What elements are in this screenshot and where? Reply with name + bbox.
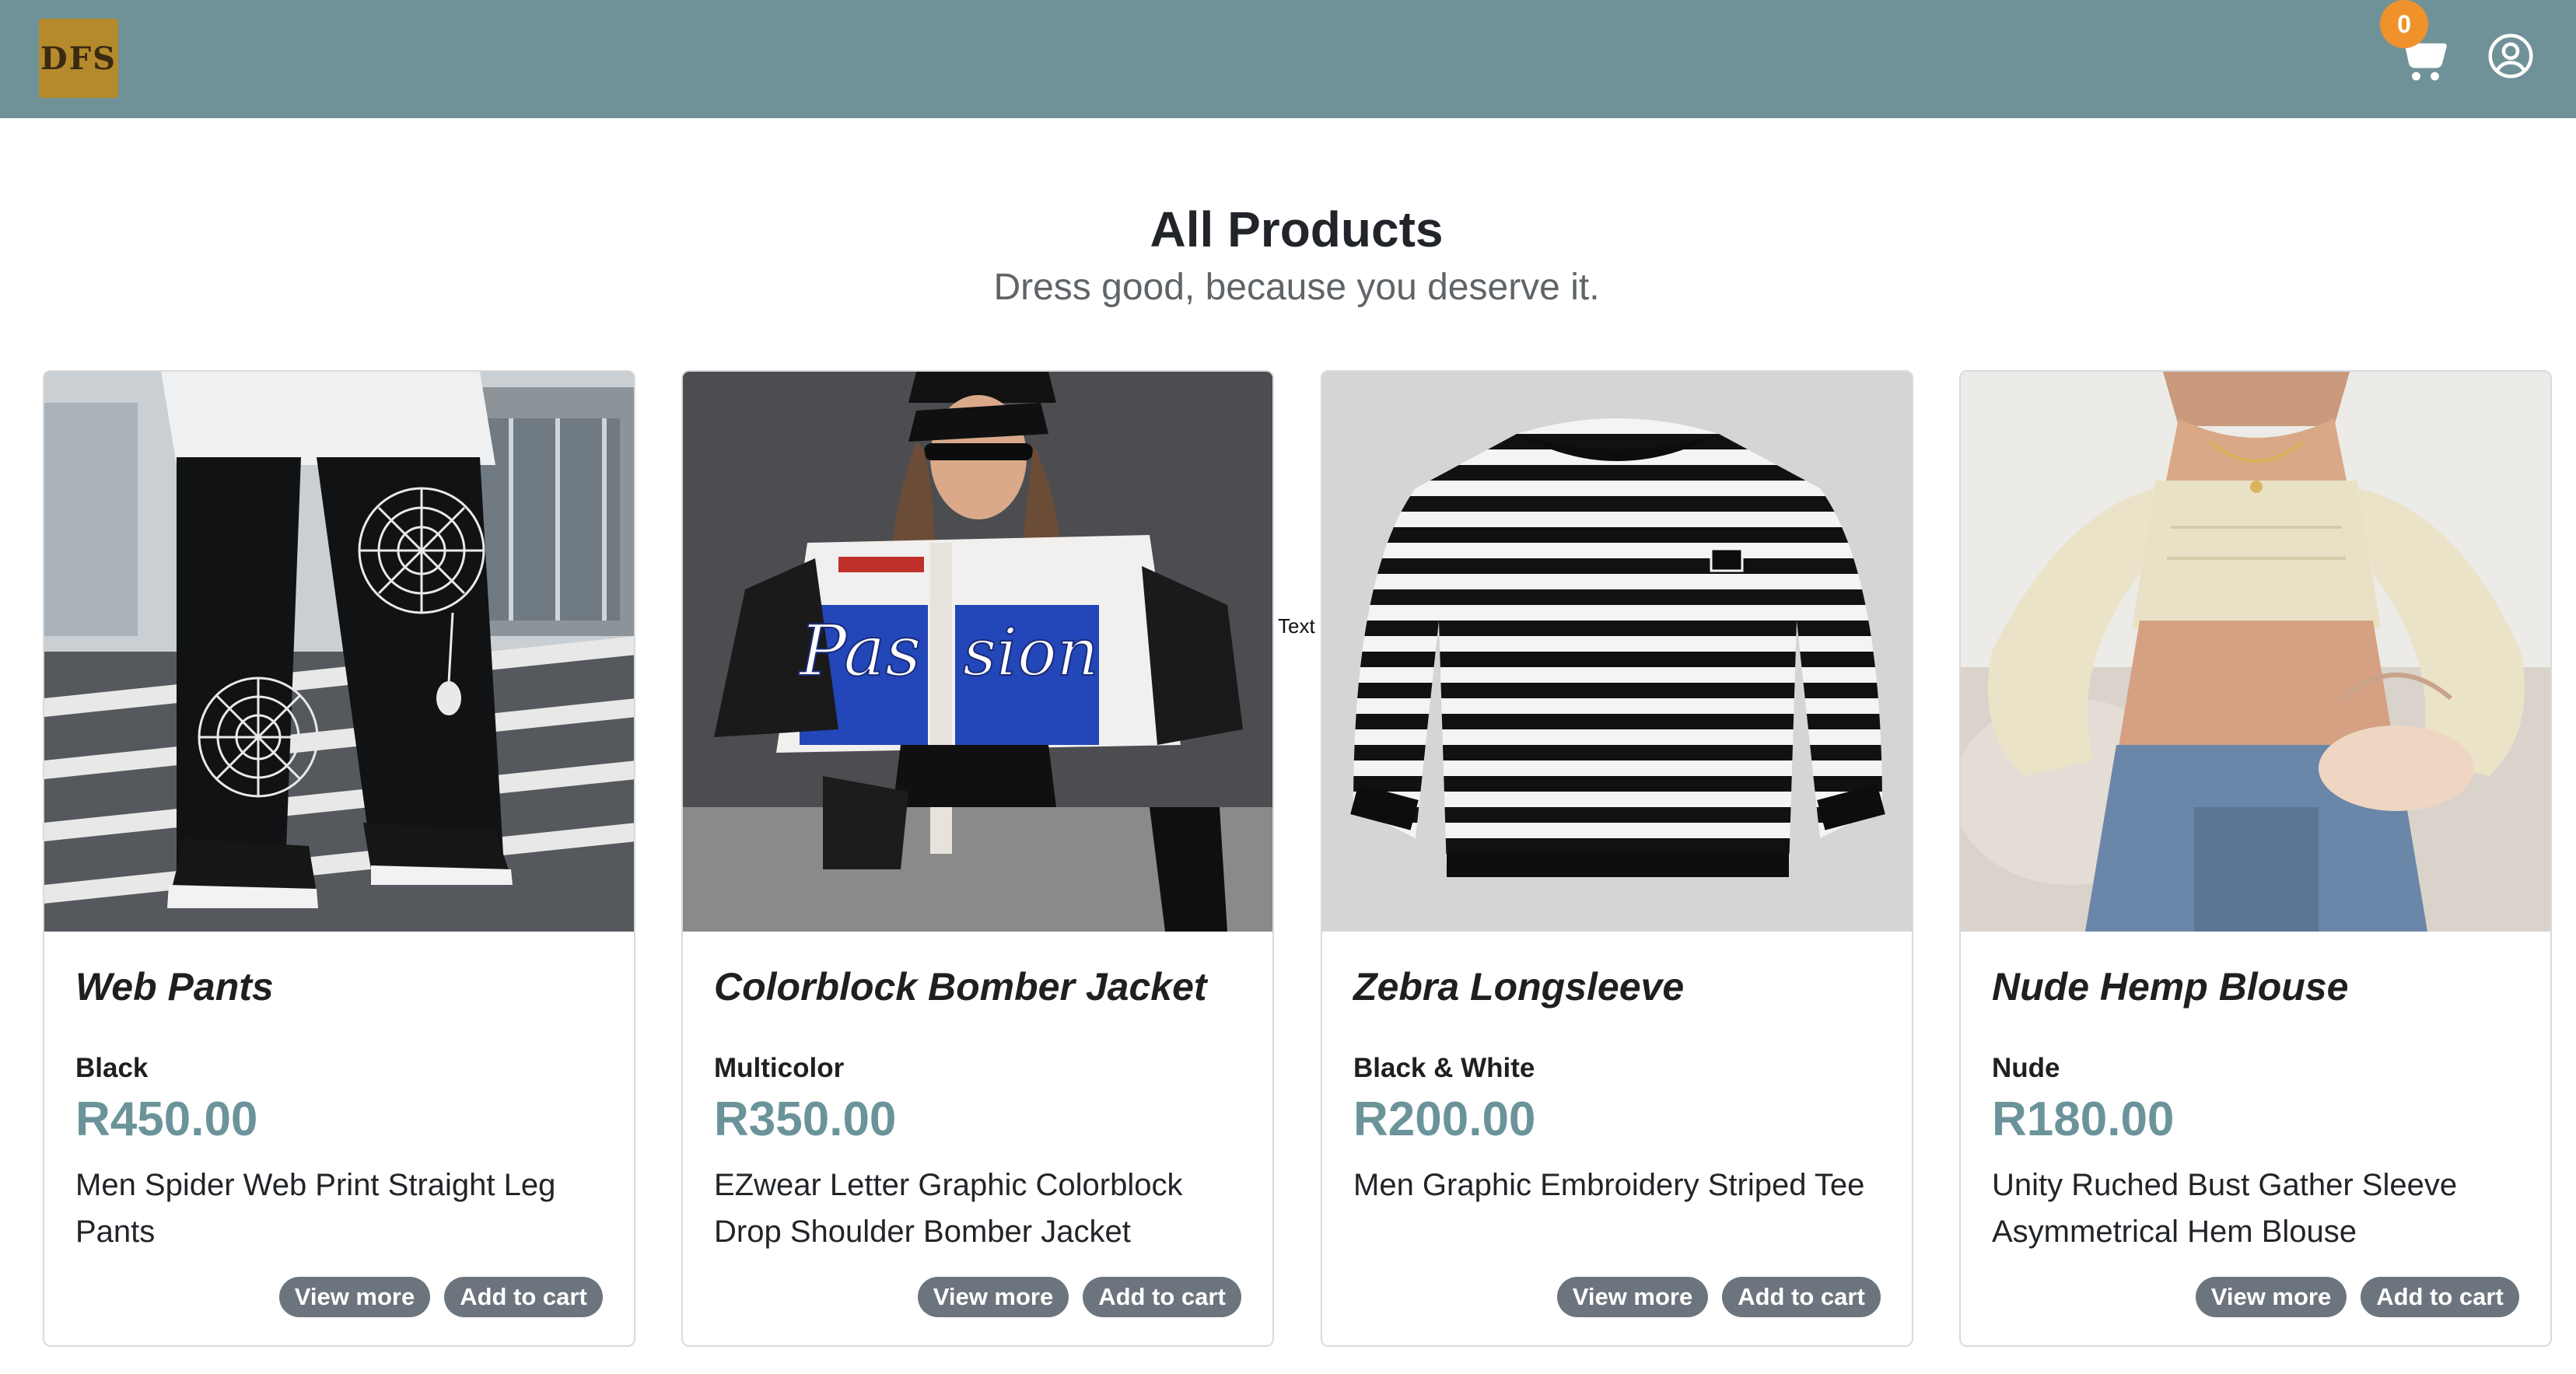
product-name: Zebra Longsleeve (1353, 965, 1685, 1009)
product-card: Zebra Longsleeve Black & White R200.00 M… (1321, 370, 1913, 1347)
product-description: Unity Ruched Bust Gather Sleeve Asymmetr… (1992, 1168, 2458, 1249)
zebra-longsleeve-photo (1322, 372, 1912, 932)
product-color: Black & White (1353, 1053, 1535, 1083)
add-to-cart-button[interactable]: Add to cart (2361, 1277, 2519, 1317)
view-more-button[interactable]: View more (918, 1277, 1069, 1317)
product-price: R200.00 (1353, 1093, 1536, 1146)
product-image-zebra-longsleeve[interactable] (1322, 372, 1912, 932)
product-name: Web Pants (75, 965, 274, 1009)
product-color: Multicolor (714, 1053, 845, 1083)
product-image-web-pants[interactable] (44, 372, 634, 932)
brand-logo[interactable]: DFS (39, 19, 118, 98)
view-more-button[interactable]: View more (279, 1277, 430, 1317)
product-image-bomber-jacket[interactable]: Pas sion (683, 372, 1272, 932)
product-card: Web Pants Black R450.00 Men Spider Web P… (43, 370, 635, 1347)
product-price: R180.00 (1992, 1093, 2175, 1146)
stray-text-label: Text (1278, 614, 1315, 638)
user-circle-icon (2488, 33, 2533, 79)
product-price: R350.00 (714, 1093, 897, 1146)
add-to-cart-button[interactable]: Add to cart (444, 1277, 603, 1317)
product-description: EZwear Letter Graphic Colorblock Drop Sh… (714, 1168, 1183, 1249)
product-name: Colorblock Bomber Jacket (714, 965, 1207, 1009)
page-title: All Products (1150, 201, 1444, 257)
bomber-jacket-photo: Pas sion (683, 372, 1272, 932)
product-card: Nude Hemp Blouse Nude R180.00 Unity Ruch… (1959, 370, 2552, 1347)
product-color: Black (75, 1053, 149, 1083)
view-more-button[interactable]: View more (2196, 1277, 2347, 1317)
product-image-hemp-blouse[interactable] (1961, 372, 2550, 932)
cart-count-badge: 0 (2380, 0, 2428, 48)
product-color: Nude (1992, 1053, 2060, 1083)
product-card: Pas sion Colorblock Bomber Jacket Multic… (681, 370, 1274, 1347)
svg-text:sion: sion (963, 614, 1099, 690)
web-pants-photo (44, 372, 634, 932)
page-subtitle: Dress good, because you deserve it. (993, 267, 1600, 308)
svg-text:Pas: Pas (798, 610, 921, 692)
view-more-button[interactable]: View more (1557, 1277, 1708, 1317)
add-to-cart-button[interactable]: Add to cart (1722, 1277, 1881, 1317)
hemp-blouse-photo (1961, 372, 2550, 932)
top-navbar: DFS 0 (0, 0, 2576, 118)
account-button[interactable] (2487, 33, 2534, 79)
add-to-cart-button[interactable]: Add to cart (1083, 1277, 1241, 1317)
product-price: R450.00 (75, 1093, 258, 1146)
product-name: Nude Hemp Blouse (1992, 965, 2349, 1009)
product-description: Men Graphic Embroidery Striped Tee (1353, 1168, 1865, 1202)
product-description: Men Spider Web Print Straight Leg Pants (75, 1168, 556, 1249)
